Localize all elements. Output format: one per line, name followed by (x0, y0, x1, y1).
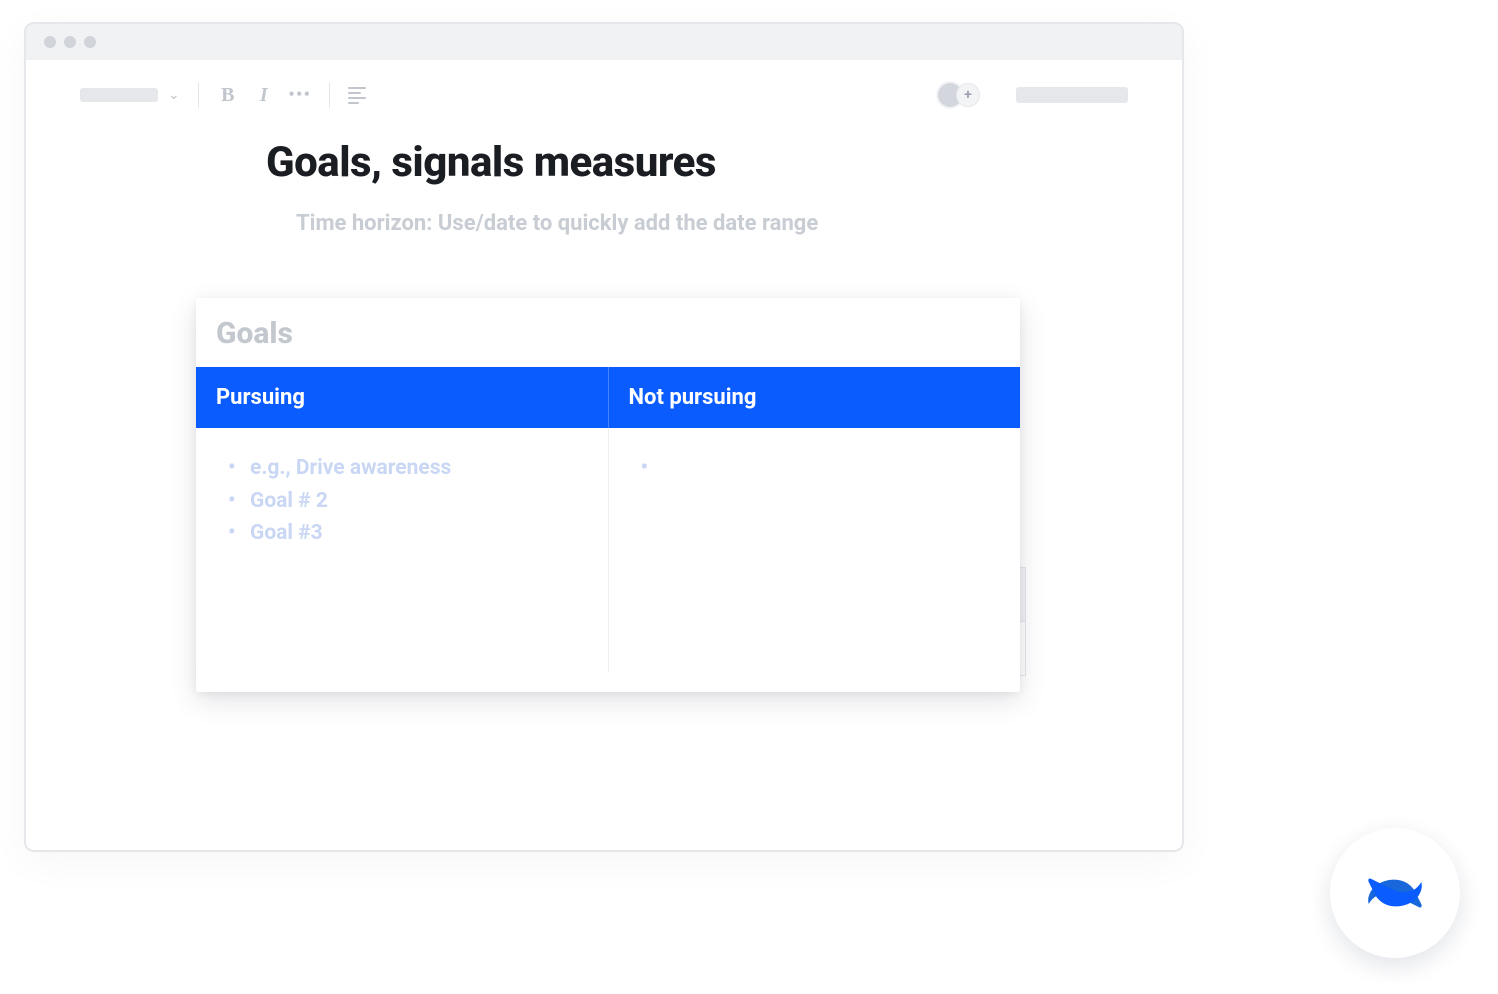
page-title[interactable]: Goals, signals measures (266, 138, 942, 187)
list-item[interactable]: e.g., Drive awareness (228, 452, 588, 485)
toolbar-divider (198, 82, 199, 108)
more-formatting-button[interactable]: ••• (289, 86, 311, 104)
list-item[interactable]: Goal # 2 (228, 485, 588, 518)
goals-panel: Goals Pursuing Not pursuing e.g., Drive … (196, 298, 1020, 692)
toolbar-divider (329, 82, 330, 108)
goals-table-header: Pursuing Not pursuing (196, 367, 1020, 428)
pursuing-cell[interactable]: e.g., Drive awareness Goal # 2 Goal #3 (196, 428, 609, 672)
align-left-icon[interactable] (348, 87, 368, 104)
add-collaborator-button[interactable]: + (956, 83, 980, 107)
confluence-badge (1330, 828, 1460, 958)
window-titlebar (26, 24, 1182, 60)
not-pursuing-column-header[interactable]: Not pursuing (609, 367, 1021, 428)
text-style-dropdown[interactable] (80, 88, 158, 102)
window-maximize-dot[interactable] (84, 36, 96, 48)
window-close-dot[interactable] (44, 36, 56, 48)
italic-button[interactable]: I (253, 84, 275, 107)
time-horizon-hint[interactable]: Time horizon: Use/date to quickly add th… (296, 211, 942, 236)
bold-button[interactable]: B (217, 84, 239, 107)
editor-toolbar: ⌄ B I ••• + (26, 60, 1182, 130)
chevron-down-icon[interactable]: ⌄ (168, 87, 180, 103)
pursuing-column-header[interactable]: Pursuing (196, 367, 609, 428)
share-button[interactable] (1016, 87, 1128, 103)
goals-heading[interactable]: Goals (196, 298, 1020, 367)
list-item[interactable]: Goal #3 (228, 517, 588, 550)
window-minimize-dot[interactable] (64, 36, 76, 48)
confluence-icon (1360, 858, 1430, 928)
goals-table-body: e.g., Drive awareness Goal # 2 Goal #3 (196, 428, 1020, 672)
collaborator-avatars[interactable]: + (936, 81, 980, 109)
not-pursuing-cell[interactable] (609, 428, 1021, 672)
